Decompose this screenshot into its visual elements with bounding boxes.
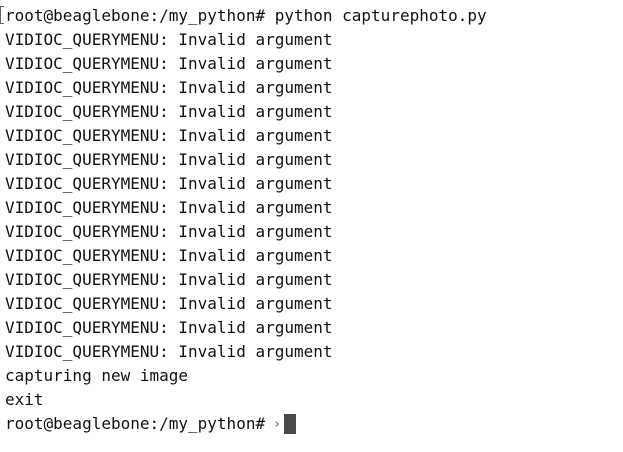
prompt-text: root@beaglebone:/my_python# (5, 414, 266, 433)
output-line: VIDIOC_QUERYMENU: Invalid argument (5, 294, 333, 313)
current-prompt-line[interactable]: root@beaglebone:/my_python# › (0, 412, 623, 436)
output-line: VIDIOC_QUERYMENU: Invalid argument (5, 174, 333, 193)
output-line: VIDIOC_QUERYMENU: Invalid argument (5, 246, 333, 265)
output-line: exit (5, 390, 44, 409)
output-line: VIDIOC_QUERYMENU: Invalid argument (5, 270, 333, 289)
output-line: VIDIOC_QUERYMENU: Invalid argument (5, 342, 333, 361)
text-cursor (283, 413, 296, 434)
output-line: VIDIOC_QUERYMENU: Invalid argument (5, 150, 333, 169)
command-line: root@beaglebone:/my_python# python captu… (5, 6, 487, 25)
prompt-marker-icon: › (273, 417, 281, 432)
output-line: VIDIOC_QUERYMENU: Invalid argument (5, 102, 333, 121)
output-line: VIDIOC_QUERYMENU: Invalid argument (5, 222, 333, 241)
output-line: VIDIOC_QUERYMENU: Invalid argument (5, 78, 333, 97)
output-line: capturing new image (5, 366, 189, 385)
output-line: VIDIOC_QUERYMENU: Invalid argument (5, 318, 333, 337)
output-line: VIDIOC_QUERYMENU: Invalid argument (5, 54, 333, 73)
output-line: VIDIOC_QUERYMENU: Invalid argument (5, 198, 333, 217)
output-line: VIDIOC_QUERYMENU: Invalid argument (5, 126, 333, 145)
output-line: VIDIOC_QUERYMENU: Invalid argument (5, 30, 333, 49)
mark-bracket (0, 6, 4, 24)
terminal-window[interactable]: root@beaglebone:/my_python# python captu… (0, 0, 623, 452)
output-lines: VIDIOC_QUERYMENU: Invalid argument VIDIOC… (0, 28, 623, 412)
